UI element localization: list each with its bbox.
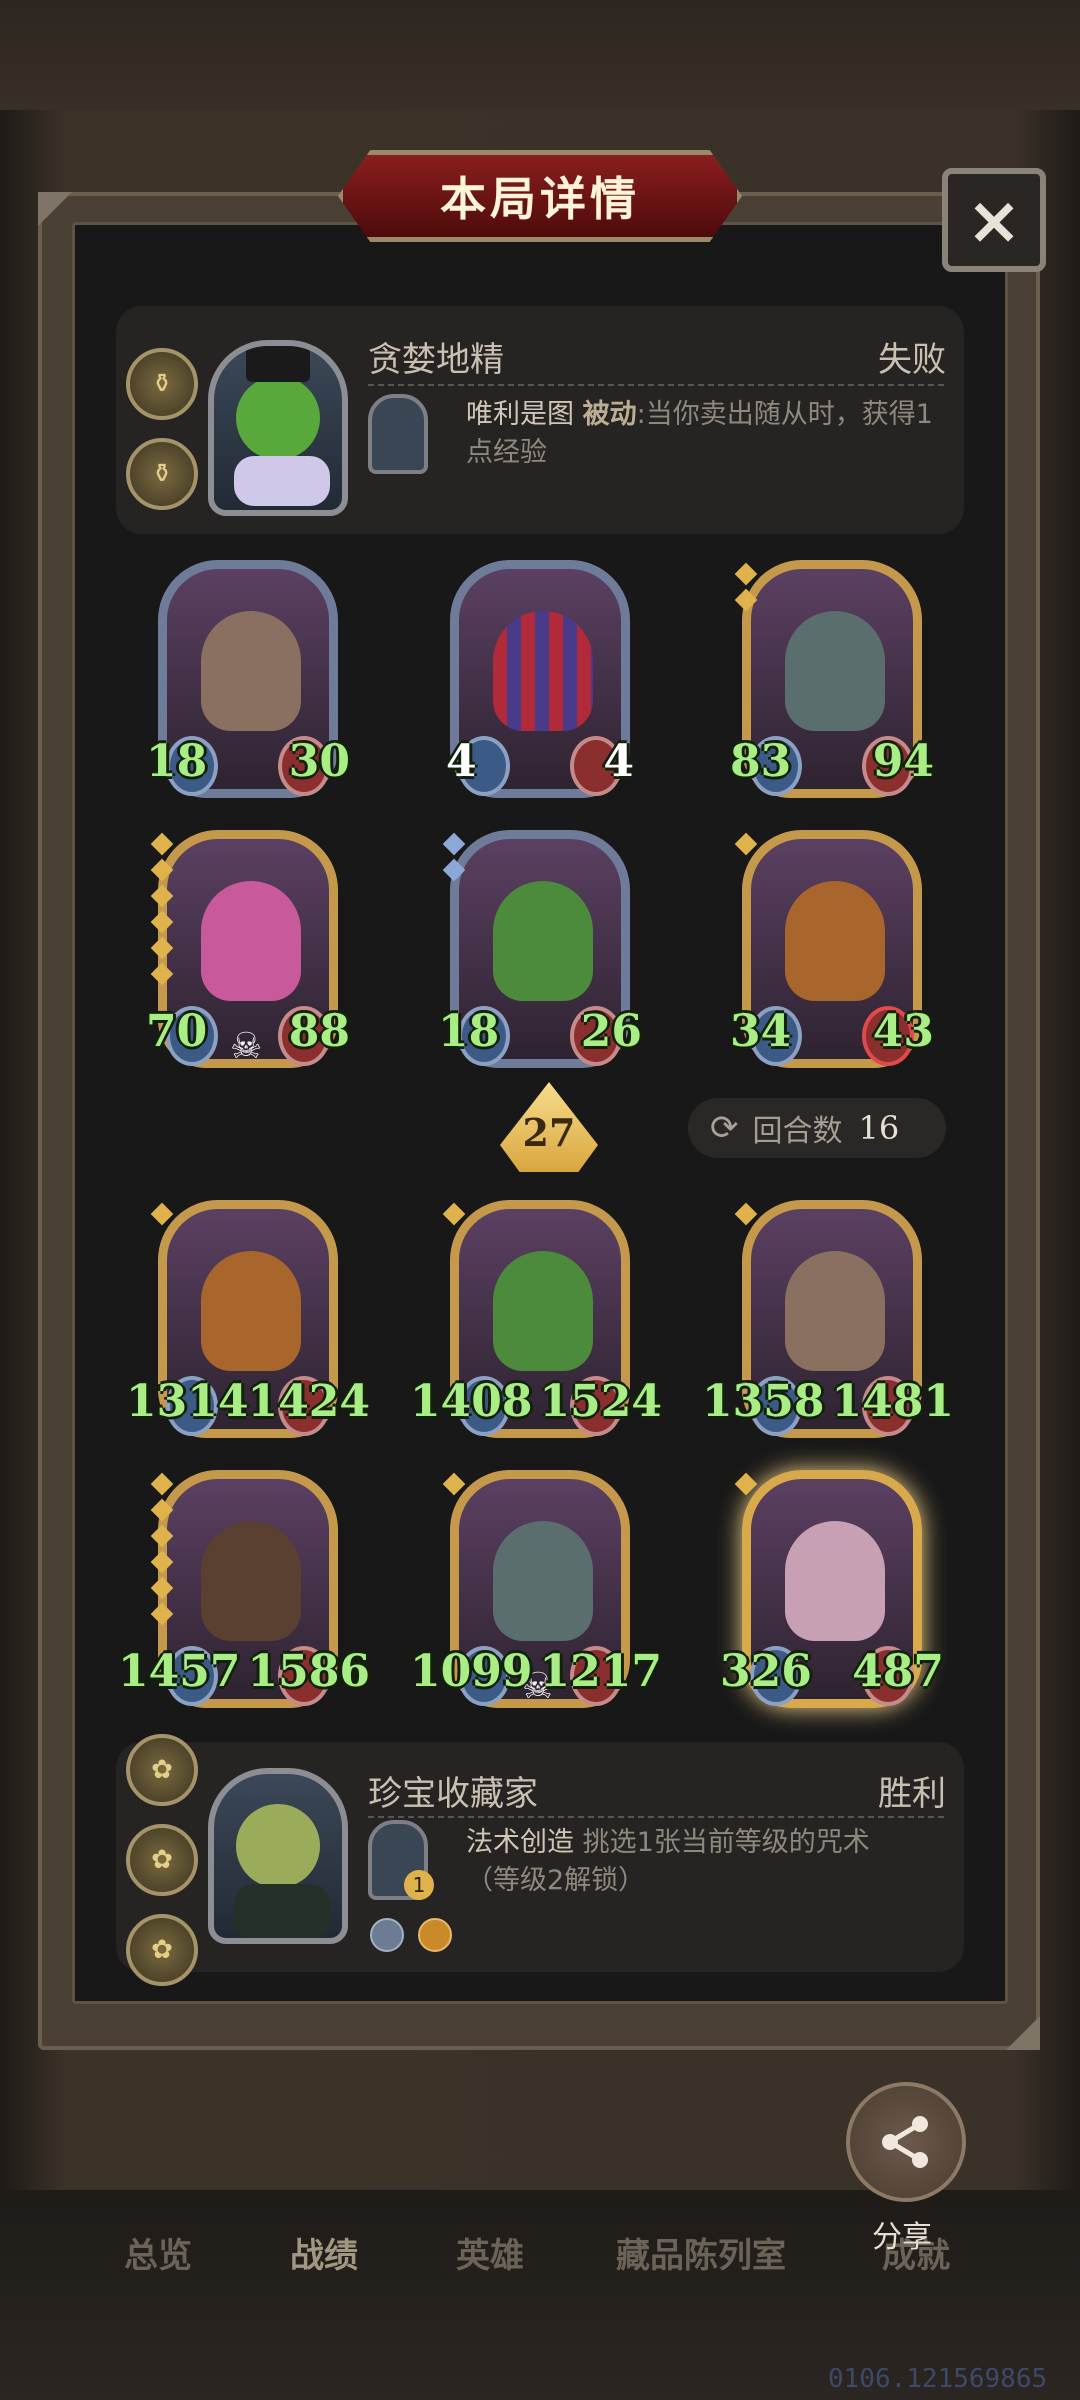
- opponent-minion-4[interactable]: ☠ 70 88: [146, 830, 350, 1070]
- power-name: 唯利是图: [466, 399, 574, 430]
- nav-overview[interactable]: 总览: [124, 2228, 192, 2277]
- player-result: 胜利: [878, 1774, 946, 1814]
- minion-health: 1586: [247, 1646, 370, 1697]
- minion-health: 4: [603, 736, 634, 787]
- opponent-minion-3[interactable]: 83 94: [730, 560, 934, 800]
- minion-health: 94: [872, 736, 934, 787]
- sword-icon: [370, 1918, 404, 1952]
- share-icon: [882, 2116, 928, 2168]
- minion-attack: 83: [730, 736, 792, 787]
- version-text: 0106.121569865: [828, 2364, 1048, 2394]
- player-minion-2[interactable]: 1408 1524: [410, 1200, 662, 1440]
- turn-value: 16: [858, 1109, 900, 1147]
- minion-attack: 1408: [410, 1376, 533, 1427]
- player-name: 珍宝收藏家: [368, 1774, 538, 1814]
- page-title: 本局详情: [440, 172, 640, 226]
- nav-record[interactable]: 战绩: [290, 2228, 358, 2277]
- close-icon: ×: [966, 181, 1022, 259]
- hero-power-icon[interactable]: [368, 394, 428, 474]
- player-minion-3[interactable]: 1358 1481: [702, 1200, 954, 1440]
- share-button[interactable]: [846, 2082, 966, 2202]
- minion-attack: 18: [146, 736, 208, 787]
- nav-collection[interactable]: 藏品陈列室: [616, 2228, 786, 2277]
- coin-icon: ⚱: [126, 438, 198, 510]
- turn-counter: ⟳ 回合数 16: [688, 1098, 946, 1158]
- minion-health: 487: [852, 1646, 944, 1697]
- power-keyword: 被动: [582, 399, 637, 430]
- buff-icon: [418, 1918, 452, 1952]
- minion-health: 26: [580, 1006, 642, 1057]
- player-minion-6[interactable]: 326 487: [720, 1470, 944, 1710]
- minion-attack: 18: [438, 1006, 500, 1057]
- minion-health: 43: [872, 1006, 934, 1057]
- minion-attack: 34: [730, 1006, 792, 1057]
- minion-health: 1424: [247, 1376, 370, 1427]
- minion-health: 30: [288, 736, 350, 787]
- minion-attack: 1314: [126, 1376, 249, 1427]
- share-label: 分享: [872, 2220, 932, 2255]
- player-hero-portrait: [208, 1768, 348, 1944]
- trinket-icon: ✿: [126, 1914, 198, 1986]
- power-cost: 1: [404, 1870, 434, 1900]
- title-banner: 本局详情: [338, 150, 742, 242]
- opponent-minion-5[interactable]: 18 26: [438, 830, 642, 1070]
- power-name: 法术创造: [466, 1827, 574, 1858]
- minion-health: 1217: [539, 1646, 662, 1697]
- trinket-icon: ✿: [126, 1824, 198, 1896]
- close-button[interactable]: ×: [942, 168, 1046, 272]
- player-minion-1[interactable]: 1314 1424: [126, 1200, 370, 1440]
- opponent-minion-1[interactable]: 18 30: [146, 560, 350, 800]
- opponent-name: 贪婪地精: [368, 340, 504, 380]
- minion-health: 88: [288, 1006, 350, 1057]
- opponent-result: 失败: [878, 340, 946, 380]
- minion-attack: 326: [720, 1646, 812, 1697]
- minion-health: 1524: [539, 1376, 662, 1427]
- opponent-minion-6[interactable]: 34 43: [730, 830, 934, 1070]
- divider: [368, 384, 944, 386]
- nav-heroes[interactable]: 英雄: [456, 2228, 524, 2277]
- minion-attack: 70: [146, 1006, 208, 1057]
- opponent-hero-portrait: [208, 340, 348, 516]
- minion-health: 1481: [831, 1376, 954, 1427]
- opponent-power-text: 唯利是图 被动:当你卖出随从时，获得1点经验: [466, 396, 952, 472]
- skull-icon: ☠: [230, 1026, 263, 1067]
- trinket-icon: ✿: [126, 1734, 198, 1806]
- player-minion-4[interactable]: 1457 1586: [118, 1470, 370, 1710]
- player-minion-5[interactable]: ☠ 1099 1217: [410, 1470, 662, 1710]
- minion-attack: 4: [446, 736, 477, 787]
- minion-attack: 1358: [702, 1376, 825, 1427]
- turn-label: 回合数: [752, 1114, 843, 1149]
- player-power-text: 法术创造 挑选1张当前等级的咒术（等级2解锁）: [466, 1824, 916, 1900]
- coin-icon: ⚱: [126, 348, 198, 420]
- refresh-icon: ⟳: [710, 1108, 739, 1148]
- opponent-minion-2[interactable]: 4 4: [446, 560, 634, 800]
- tavern-tier-value: 27: [522, 1109, 576, 1155]
- divider: [368, 1816, 944, 1818]
- minion-attack: 1457: [118, 1646, 241, 1697]
- minion-attack: 1099: [410, 1646, 533, 1697]
